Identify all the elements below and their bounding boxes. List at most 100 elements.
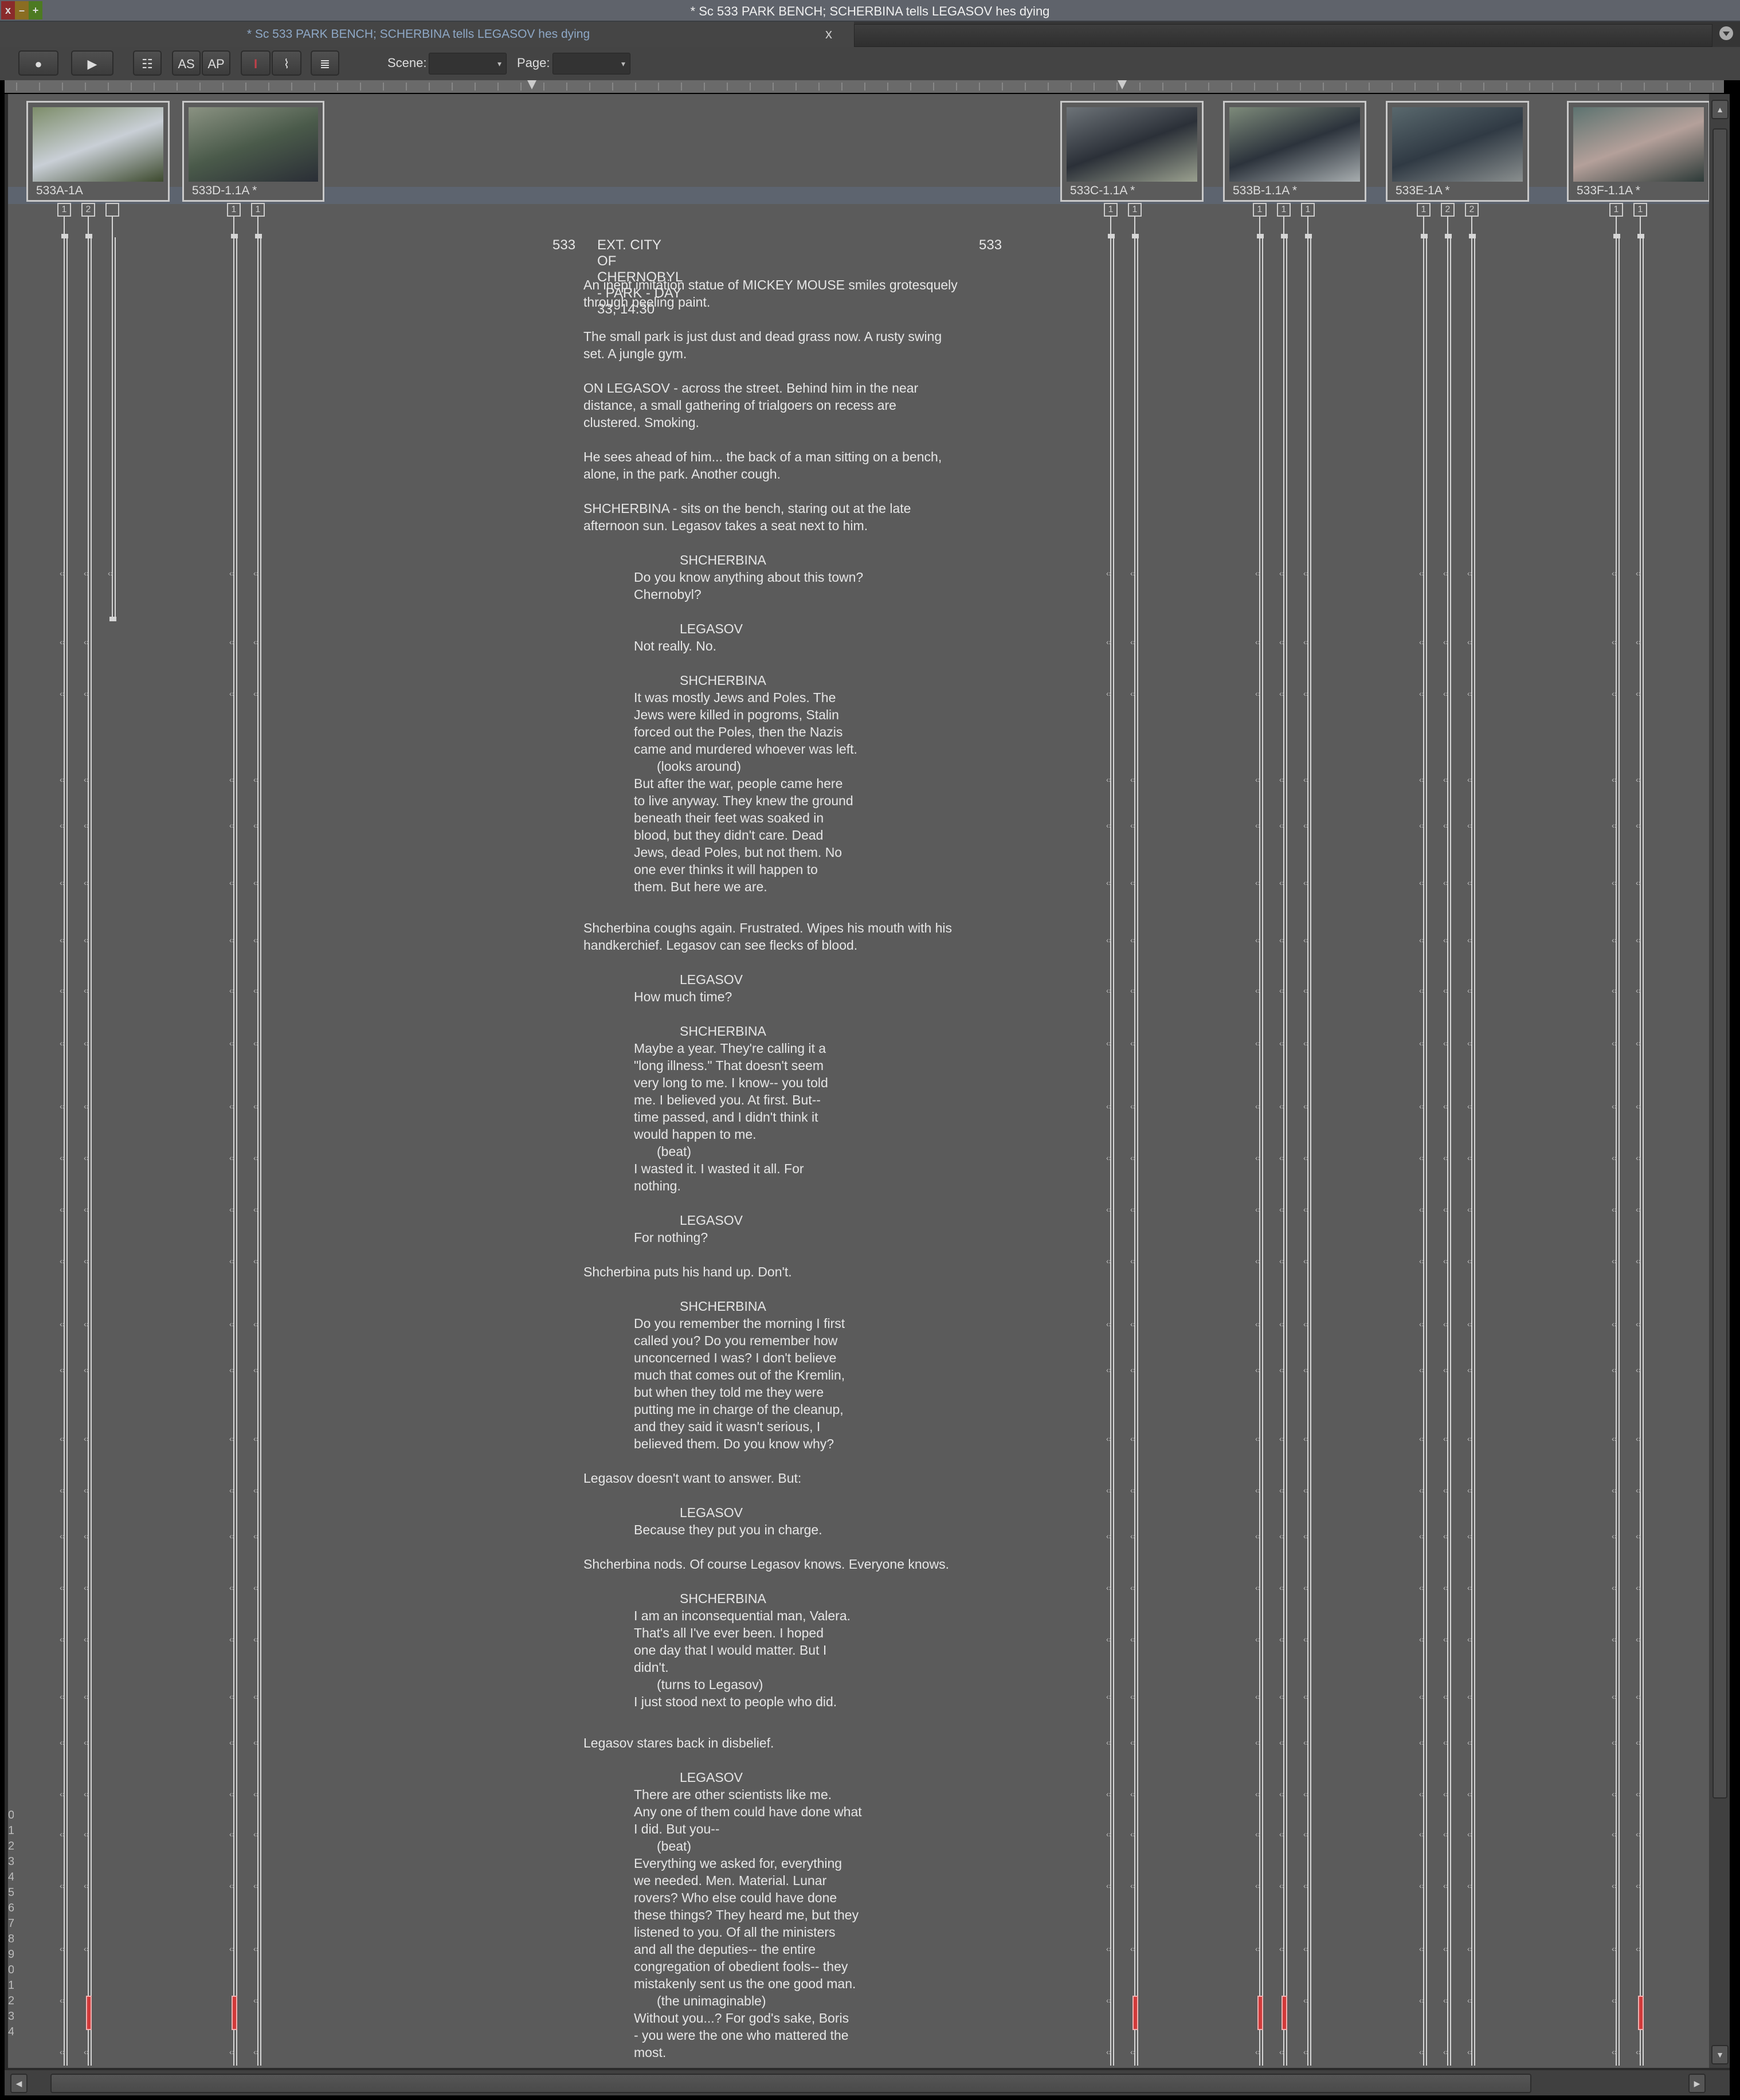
- line-break-marker[interactable]: ‹›: [1636, 569, 1641, 577]
- line-break-marker[interactable]: ‹›: [1130, 775, 1135, 783]
- line-break-marker[interactable]: ‹›: [253, 1790, 258, 1798]
- take-line-cap[interactable]: [1469, 234, 1476, 238]
- line-break-marker[interactable]: ‹›: [84, 879, 89, 887]
- line-break-marker[interactable]: ‹›: [1636, 689, 1641, 698]
- page-view-button[interactable]: ≣: [311, 50, 339, 76]
- circled-take-marker[interactable]: [1282, 1996, 1287, 2030]
- line-break-marker[interactable]: ‹›: [1279, 775, 1284, 783]
- line-break-marker[interactable]: ‹›: [1636, 879, 1641, 887]
- line-break-marker[interactable]: ‹›: [60, 1692, 65, 1701]
- shot-thumbnail-image[interactable]: [189, 107, 318, 182]
- line-break-marker[interactable]: ‹›: [1443, 1584, 1448, 1592]
- line-break-marker[interactable]: ‹›: [1303, 986, 1308, 994]
- line-break-marker[interactable]: ‹›: [1106, 1882, 1111, 1890]
- line-break-marker[interactable]: ‹›: [1419, 1532, 1424, 1540]
- line-break-marker[interactable]: ‹›: [60, 689, 65, 698]
- line-break-marker[interactable]: ‹›: [1106, 1486, 1111, 1494]
- line-break-marker[interactable]: ‹›: [1443, 821, 1448, 829]
- line-break-marker[interactable]: ‹›: [1467, 1486, 1472, 1494]
- line-break-marker[interactable]: ‹›: [84, 1738, 89, 1746]
- line-break-marker[interactable]: ‹›: [1130, 689, 1135, 698]
- take-line-cap[interactable]: [255, 234, 262, 238]
- line-break-marker[interactable]: ‹›: [1636, 1039, 1641, 1047]
- line-break-marker[interactable]: ‹›: [1255, 1945, 1260, 1953]
- line-break-marker[interactable]: ‹›: [229, 1320, 234, 1328]
- line-break-marker[interactable]: ‹›: [1443, 1320, 1448, 1328]
- take-number-badge[interactable]: 1: [1104, 203, 1118, 217]
- line-break-marker[interactable]: ‹›: [1443, 1692, 1448, 1701]
- line-break-marker[interactable]: ‹›: [84, 1790, 89, 1798]
- take-coverage-line[interactable]: [1307, 217, 1308, 2066]
- line-break-marker[interactable]: ‹›: [1279, 1039, 1284, 1047]
- take-coverage-line[interactable]: [1259, 217, 1260, 2066]
- line-break-marker[interactable]: ‹›: [1303, 1435, 1308, 1443]
- take-coverage-line[interactable]: [1471, 217, 1472, 2066]
- line-break-marker[interactable]: ‹›: [1419, 1996, 1424, 2004]
- take-line-cap[interactable]: [1613, 234, 1620, 238]
- line-break-marker[interactable]: ‹›: [1303, 1692, 1308, 1701]
- line-break-marker[interactable]: ‹›: [1443, 1039, 1448, 1047]
- line-break-marker[interactable]: ‹›: [1443, 1882, 1448, 1890]
- line-break-marker[interactable]: ‹›: [84, 1635, 89, 1643]
- script-list-button[interactable]: ☷: [133, 50, 162, 76]
- shot-thumbnail-image[interactable]: [1067, 107, 1197, 182]
- line-break-marker[interactable]: ‹›: [1106, 638, 1111, 646]
- line-break-marker[interactable]: ‹›: [1106, 1154, 1111, 1162]
- take-line-cap[interactable]: [61, 234, 68, 238]
- line-break-marker[interactable]: ‹›: [1612, 1790, 1617, 1798]
- line-break-marker[interactable]: ‹›: [1612, 1435, 1617, 1443]
- line-break-marker[interactable]: ‹›: [1443, 1102, 1448, 1110]
- line-break-marker[interactable]: ‹›: [1419, 1366, 1424, 1374]
- line-break-marker[interactable]: ‹›: [60, 821, 65, 829]
- take-line-cap[interactable]: [1305, 234, 1312, 238]
- line-break-marker[interactable]: ‹›: [1612, 1257, 1617, 1265]
- line-break-marker[interactable]: ‹›: [1130, 1738, 1135, 1746]
- scroll-right-button[interactable]: ▶: [1688, 2074, 1706, 2093]
- line-break-marker[interactable]: ‹›: [1612, 1039, 1617, 1047]
- timeline-ruler[interactable]: [5, 80, 1724, 93]
- tab-menu-chevron-icon[interactable]: [1716, 25, 1737, 46]
- line-break-marker[interactable]: ‹›: [1467, 1039, 1472, 1047]
- line-break-marker[interactable]: ‹›: [84, 1154, 89, 1162]
- line-break-marker[interactable]: ‹›: [1612, 1830, 1617, 1838]
- take-number-badge[interactable]: 1: [1253, 203, 1267, 217]
- take-coverage-line[interactable]: [1616, 217, 1617, 2066]
- line-break-marker[interactable]: ‹›: [229, 1532, 234, 1540]
- take-number-badge[interactable]: 1: [1277, 203, 1291, 217]
- line-break-marker[interactable]: ‹›: [229, 1102, 234, 1110]
- line-break-marker[interactable]: ‹›: [1612, 879, 1617, 887]
- line-break-marker[interactable]: ‹›: [1612, 1320, 1617, 1328]
- line-break-marker[interactable]: ‹›: [1130, 879, 1135, 887]
- take-line-cap[interactable]: [1257, 234, 1264, 238]
- line-break-marker[interactable]: ‹›: [1303, 689, 1308, 698]
- line-break-marker[interactable]: ‹›: [1612, 1692, 1617, 1701]
- line-break-marker[interactable]: ‹›: [60, 1102, 65, 1110]
- take-coverage-line[interactable]: [1447, 217, 1448, 2066]
- line-break-marker[interactable]: ‹›: [1303, 1366, 1308, 1374]
- line-break-marker[interactable]: ‹›: [1279, 1635, 1284, 1643]
- line-break-marker[interactable]: ‹›: [1419, 1486, 1424, 1494]
- line-break-marker[interactable]: ‹›: [1279, 1584, 1284, 1592]
- line-break-marker[interactable]: ‹›: [253, 1257, 258, 1265]
- line-break-marker[interactable]: ‹›: [229, 1738, 234, 1746]
- line-break-marker[interactable]: ‹›: [1443, 1945, 1448, 1953]
- line-break-marker[interactable]: ‹›: [1419, 986, 1424, 994]
- line-break-marker[interactable]: ‹›: [253, 775, 258, 783]
- line-break-marker[interactable]: ‹›: [1303, 1320, 1308, 1328]
- line-break-marker[interactable]: ‹›: [1636, 1366, 1641, 1374]
- line-break-marker[interactable]: ‹›: [229, 1039, 234, 1047]
- line-break-marker[interactable]: ‹›: [1419, 1102, 1424, 1110]
- line-break-marker[interactable]: ‹›: [1443, 1996, 1448, 2004]
- line-break-marker[interactable]: ‹›: [84, 569, 89, 577]
- line-break-marker[interactable]: ‹›: [84, 936, 89, 944]
- line-break-marker[interactable]: ‹›: [1130, 1039, 1135, 1047]
- line-break-marker[interactable]: ‹›: [60, 1738, 65, 1746]
- line-break-marker[interactable]: ‹›: [84, 689, 89, 698]
- line-break-marker[interactable]: ‹›: [253, 986, 258, 994]
- line-break-marker[interactable]: ‹›: [1303, 936, 1308, 944]
- line-break-marker[interactable]: ‹›: [1419, 879, 1424, 887]
- line-break-marker[interactable]: ‹›: [253, 689, 258, 698]
- circled-take-marker[interactable]: [86, 1996, 92, 2030]
- shot-thumbnail-image[interactable]: [1229, 107, 1360, 182]
- line-break-marker[interactable]: ‹›: [1279, 1945, 1284, 1953]
